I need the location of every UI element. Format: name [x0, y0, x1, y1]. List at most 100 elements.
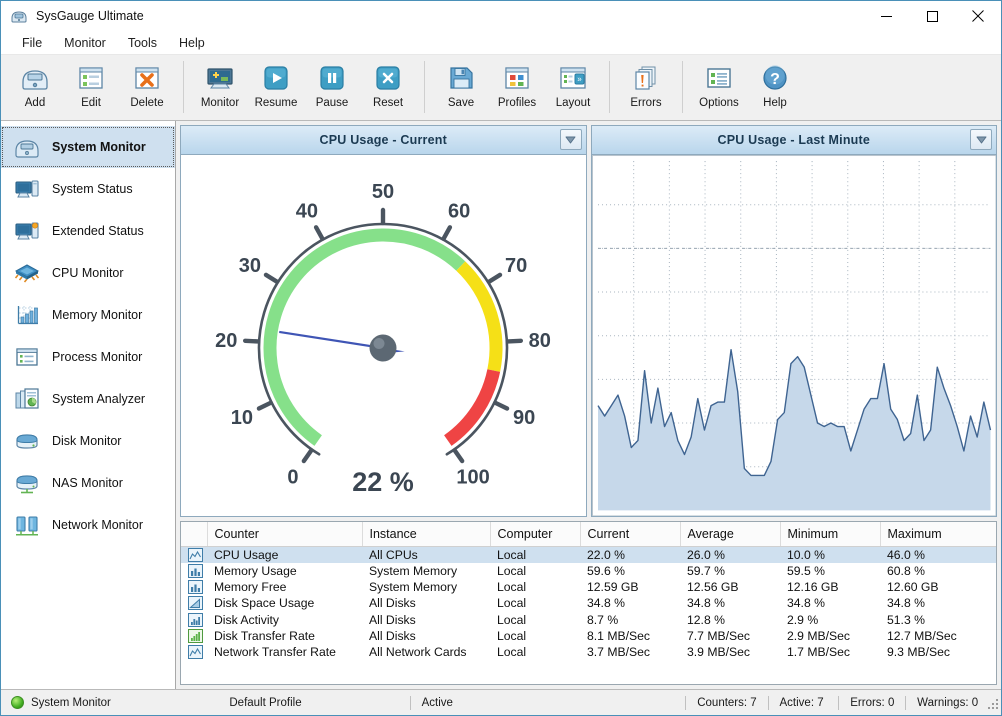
status-led-green [11, 696, 24, 709]
gauge-tick-label: 100 [457, 467, 490, 489]
status-state: Active [422, 697, 685, 709]
table-body: CPU UsageAll CPUsLocal22.0 %26.0 %10.0 %… [181, 546, 996, 660]
chevron-down-icon [976, 133, 987, 147]
edit-list-icon [75, 62, 107, 94]
sidebar-item-extended-status[interactable]: Extended Status [1, 210, 175, 252]
reset-button-label: Reset [373, 98, 403, 110]
delete-x-icon [131, 62, 163, 94]
table-col-average[interactable]: Average [680, 522, 780, 546]
list-window-icon [12, 342, 42, 372]
svg-text:?: ? [770, 71, 780, 88]
chart-panel-menu-button[interactable] [970, 129, 992, 150]
add-button-label: Add [25, 98, 45, 110]
cell-current: 8.1 MB/Sec [580, 628, 680, 644]
layout-button[interactable]: » Layout [545, 58, 601, 116]
minimize-icon[interactable] [863, 1, 909, 31]
table-row[interactable]: Memory FreeSystem MemoryLocal12.59 GB12.… [181, 579, 996, 595]
help-button-label: Help [763, 98, 787, 110]
table-row[interactable]: Disk ActivityAll DisksLocal8.7 %12.8 %2.… [181, 612, 996, 628]
table-col-current[interactable]: Current [580, 522, 680, 546]
monitor-button-label: Monitor [201, 98, 239, 110]
sidebar-item-system-analyzer[interactable]: System Analyzer [1, 378, 175, 420]
gauge-panel-title: CPU Usage - Current [320, 133, 447, 147]
menu-bar: File Monitor Tools Help [1, 31, 1001, 55]
sidebar-item-cpu-monitor[interactable]: CPU Monitor [1, 252, 175, 294]
edit-button[interactable]: Edit [63, 58, 119, 116]
status-divider [768, 696, 769, 710]
maximize-icon[interactable] [909, 1, 955, 31]
sidebar-item-system-status[interactable]: System Status [1, 168, 175, 210]
table-row[interactable]: Disk Space UsageAll DisksLocal34.8 %34.8… [181, 595, 996, 611]
add-gauge-icon [19, 62, 51, 94]
sidebar-item-label: System Status [52, 182, 133, 196]
gauge-tick-label: 90 [513, 407, 535, 429]
cell-counter: Memory Free [207, 579, 362, 595]
table-row[interactable]: Memory UsageSystem MemoryLocal59.6 %59.7… [181, 563, 996, 579]
resume-button[interactable]: Resume [248, 58, 304, 116]
help-button[interactable]: ? Help [747, 58, 803, 116]
table-col-computer[interactable]: Computer [490, 522, 580, 546]
sidebar-item-network-monitor[interactable]: Network Monitor [1, 504, 175, 546]
save-button-label: Save [448, 98, 474, 110]
counters-table[interactable]: Counter Instance Computer Current Averag… [180, 521, 997, 685]
sidebar-item-label: System Monitor [52, 140, 146, 154]
options-button[interactable]: Options [691, 58, 747, 116]
cell-instance: All Disks [362, 595, 490, 611]
close-icon[interactable] [955, 1, 1001, 31]
help-question-icon: ? [759, 62, 791, 94]
table-col-counter[interactable]: Counter [207, 522, 362, 546]
resize-grip-icon[interactable] [988, 697, 998, 709]
toolbar-separator [183, 61, 184, 113]
chart-panel: CPU Usage - Last Minute [591, 125, 998, 517]
menu-monitor[interactable]: Monitor [53, 33, 117, 53]
reset-button[interactable]: Reset [360, 58, 416, 116]
toolbar-separator [609, 61, 610, 113]
status-divider [838, 696, 839, 710]
table-col-instance[interactable]: Instance [362, 522, 490, 546]
cell-maximum: 46.0 % [880, 546, 996, 563]
cell-instance: All Network Cards [362, 644, 490, 660]
menu-tools[interactable]: Tools [117, 33, 168, 53]
profiles-button[interactable]: Profiles [489, 58, 545, 116]
status-counters: Counters: 7 [697, 697, 766, 709]
cell-maximum: 9.3 MB/Sec [880, 644, 996, 660]
pause-button[interactable]: Pause [304, 58, 360, 116]
errors-button[interactable]: Errors [618, 58, 674, 116]
monitor-button[interactable]: Monitor [192, 58, 248, 116]
add-button[interactable]: Add [7, 58, 63, 116]
pause-button-label: Pause [316, 98, 349, 110]
errors-pages-icon [630, 62, 662, 94]
table-row[interactable]: Disk Transfer RateAll DisksLocal8.1 MB/S… [181, 628, 996, 644]
sidebar-item-process-monitor[interactable]: Process Monitor [1, 336, 175, 378]
sidebar-item-memory-monitor[interactable]: Memory Monitor [1, 294, 175, 336]
cell-minimum: 2.9 MB/Sec [780, 628, 880, 644]
menu-file[interactable]: File [11, 33, 53, 53]
delete-button[interactable]: Delete [119, 58, 175, 116]
monitor-screen-icon [204, 62, 236, 94]
table-col-minimum[interactable]: Minimum [780, 522, 880, 546]
table-header: Counter Instance Computer Current Averag… [181, 522, 996, 546]
disk-drive-icon [12, 426, 42, 456]
gauge-tick-label: 40 [296, 201, 318, 223]
menu-help[interactable]: Help [168, 33, 216, 53]
cell-computer: Local [490, 612, 580, 628]
cell-instance: All Disks [362, 628, 490, 644]
sidebar-item-label: CPU Monitor [52, 266, 124, 280]
save-button[interactable]: Save [433, 58, 489, 116]
sidebar-item-nas-monitor[interactable]: NAS Monitor [1, 462, 175, 504]
bar-chart-icon [181, 563, 207, 579]
table-row[interactable]: CPU UsageAll CPUsLocal22.0 %26.0 %10.0 %… [181, 546, 996, 563]
layout-icon: » [557, 62, 589, 94]
table-row[interactable]: Network Transfer RateAll Network CardsLo… [181, 644, 996, 660]
sidebar-item-system-monitor[interactable]: System Monitor [1, 126, 175, 168]
cpu-history-chart [592, 155, 997, 516]
gauge-panel-menu-button[interactable] [560, 129, 582, 150]
cell-minimum: 59.5 % [780, 563, 880, 579]
desktop-computer-icon [12, 174, 42, 204]
cell-counter: Memory Usage [207, 563, 362, 579]
table-col-maximum[interactable]: Maximum [880, 522, 996, 546]
sidebar-item-disk-monitor[interactable]: Disk Monitor [1, 420, 175, 462]
cell-average: 26.0 % [680, 546, 780, 563]
cell-maximum: 60.8 % [880, 563, 996, 579]
gauge-svg: 0102030405060708090100 22 % [183, 158, 583, 513]
